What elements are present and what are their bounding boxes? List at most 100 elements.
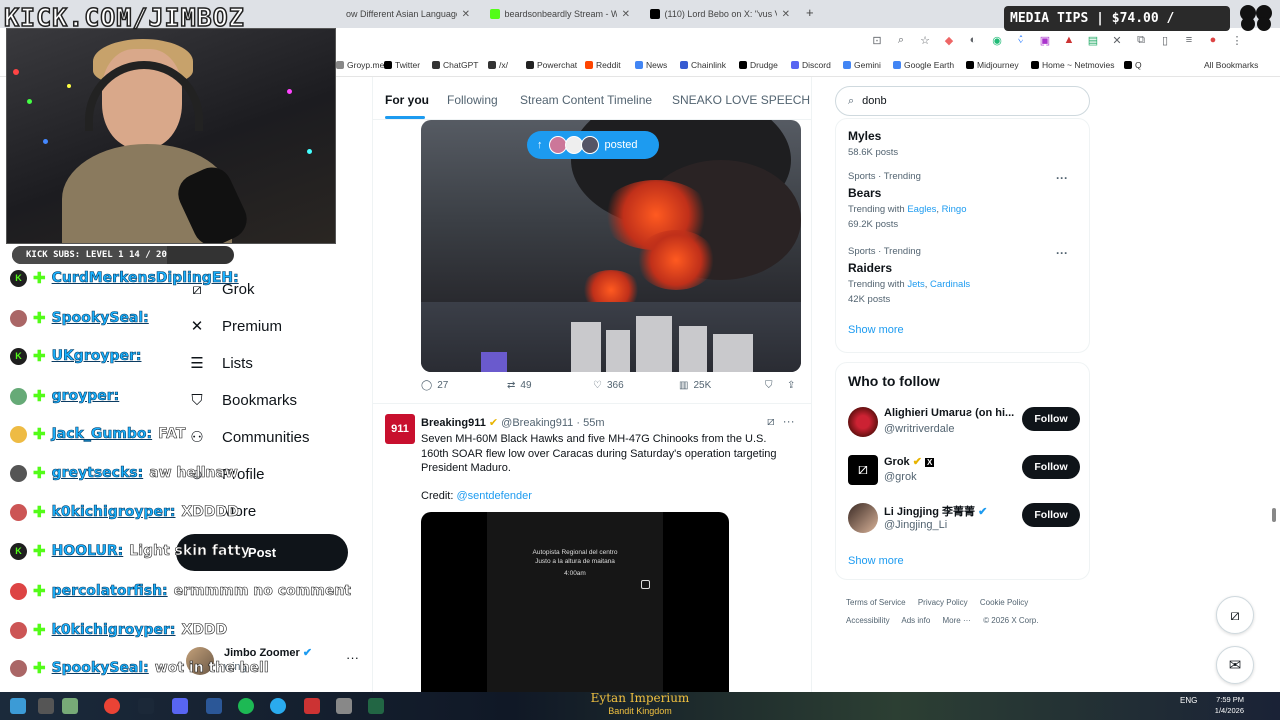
chat-username[interactable]: CurdMerkensDiplingEH: <box>51 270 239 287</box>
follow-suggestion[interactable]: Li Jingjing 李菁菁 ✔ @Jingjing_Li Follow <box>848 503 1082 539</box>
nav-premium[interactable]: ✕ Premium <box>188 317 282 336</box>
app-icon[interactable] <box>304 698 320 714</box>
browser-tab[interactable]: beardsonbeardly Stream - Watc ✕ <box>484 3 636 25</box>
bookmark-item[interactable]: Reddit <box>585 60 621 70</box>
more-icon[interactable]: ··· <box>783 414 795 429</box>
new-posts-pill[interactable]: ↑ posted <box>527 131 659 159</box>
tab-sneako[interactable]: SNEAKO LOVE SPEECH <box>672 93 810 107</box>
grok-button[interactable]: ⧄ <box>1216 596 1254 634</box>
chat-username[interactable]: Jack_Gumbo: <box>51 426 152 443</box>
footer-link[interactable]: Cookie Policy <box>980 598 1028 607</box>
follow-button[interactable]: Follow <box>1022 455 1080 479</box>
scrollbar[interactable] <box>1272 508 1276 522</box>
trend-item[interactable]: Myles 58.6K posts <box>848 125 1078 158</box>
follow-button[interactable]: Follow <box>1022 503 1080 527</box>
extension-icon[interactable]: ◉ <box>990 34 1004 47</box>
trend-item[interactable]: Sports · Trending Bears Trending with Ea… <box>848 171 1078 230</box>
bookmark-item[interactable]: Midjourney <box>966 60 1019 70</box>
extension-icon[interactable]: ◐ <box>966 34 980 47</box>
post-time[interactable]: · 55m <box>576 417 604 429</box>
more-icon[interactable]: ··· <box>1056 171 1068 185</box>
puzzle-icon[interactable]: ⧉ <box>1134 34 1148 47</box>
chat-username[interactable]: UKgroyper: <box>51 348 142 365</box>
trend-link[interactable]: Eagles <box>907 204 936 215</box>
bookmark-item[interactable]: Powerchat <box>526 60 577 70</box>
chat-username[interactable]: groyper: <box>51 388 119 405</box>
steam-icon[interactable] <box>138 698 154 714</box>
tab-stream-content[interactable]: Stream Content Timeline <box>520 93 652 107</box>
trend-link[interactable]: Jets <box>907 279 924 290</box>
bookmark-item[interactable]: News <box>635 60 667 70</box>
more-icon[interactable]: ··· <box>1056 246 1068 260</box>
nav-lists[interactable]: ☰ Lists <box>188 354 253 373</box>
close-icon[interactable]: ✕ <box>462 9 470 20</box>
reading-list-icon[interactable]: ≡ <box>1182 34 1196 47</box>
zoom-icon[interactable]: ⌕ <box>894 34 908 47</box>
more-icon[interactable]: ··· <box>346 650 359 665</box>
all-bookmarks[interactable]: All Bookmarks <box>1204 60 1258 70</box>
follow-suggestion[interactable]: ⧄ Grok ✔ X @grok Follow <box>848 455 1082 491</box>
extension-icon[interactable]: ▤ <box>1086 34 1100 47</box>
x-logo-icon[interactable]: ✕ <box>1110 34 1124 47</box>
star-icon[interactable]: ☆ <box>918 34 932 47</box>
footer-link[interactable]: More ··· <box>943 616 971 625</box>
author-handle[interactable]: @Breaking911 <box>501 417 573 429</box>
trend-item[interactable]: Sports · Trending Raiders Trending with … <box>848 246 1078 305</box>
follow-button[interactable]: Follow <box>1022 407 1080 431</box>
new-tab-button[interactable]: + <box>806 5 814 20</box>
bookmark-item[interactable]: Twitter <box>384 60 420 70</box>
chat-username[interactable]: HOOLUR: <box>51 543 123 560</box>
task-view-icon[interactable] <box>62 698 78 714</box>
follow-suggestion[interactable]: Alighieri Umaruƨ (on hi... @writriverdal… <box>848 407 1082 443</box>
bookmark-item[interactable]: Google Earth <box>893 60 954 70</box>
tab-for-you[interactable]: For you <box>385 93 429 107</box>
trend-link[interactable]: Ringo <box>942 204 967 215</box>
bookmark-item[interactable]: Chainlink <box>680 60 726 70</box>
like-button[interactable]: ♡ 366 <box>593 380 624 391</box>
bookmark-item[interactable]: Gemini <box>843 60 881 70</box>
bookmark-item[interactable]: Home ~ Netmovies <box>1031 60 1115 70</box>
app-icon[interactable] <box>368 698 384 714</box>
chat-username[interactable]: k0kichigroyper: <box>51 504 176 521</box>
trend-link[interactable]: Cardinals <box>930 279 970 290</box>
spotify-icon[interactable] <box>238 698 254 714</box>
footer-link[interactable]: Ads info <box>901 616 930 625</box>
discord-icon[interactable] <box>172 698 188 714</box>
chrome-icon[interactable] <box>104 698 120 714</box>
reply-button[interactable]: ◯ 27 <box>421 380 448 391</box>
profile-icon[interactable]: ● <box>1206 34 1220 47</box>
grok-icon[interactable]: ⧄ <box>767 414 775 429</box>
bookmark-item[interactable]: Groyp.me <box>336 60 384 70</box>
footer-link[interactable]: Terms of Service <box>846 598 906 607</box>
language-indicator[interactable]: ENG <box>1180 696 1197 705</box>
nav-communities[interactable]: ⚇ Communities <box>188 428 309 447</box>
views-button[interactable]: ▥ 25K <box>679 380 711 391</box>
browser-tab[interactable]: (110) Lord Bebo on X: "vus VE ✕ <box>644 3 796 25</box>
bookmark-item[interactable]: Drudge <box>739 60 778 70</box>
install-icon[interactable]: ⊡ <box>870 34 884 47</box>
credit-link[interactable]: @sentdefender <box>456 490 531 502</box>
search-input[interactable]: ⌕ donb <box>835 86 1090 116</box>
avatar[interactable]: 911 <box>385 414 415 444</box>
bookmark-item[interactable]: Discord <box>791 60 831 70</box>
app-icon[interactable] <box>336 698 352 714</box>
clock[interactable]: 7:59 PM 1/4/2026 <box>1208 694 1244 716</box>
repost-button[interactable]: ⇄ 49 <box>507 380 532 391</box>
show-more-link[interactable]: Show more <box>848 555 904 567</box>
close-icon[interactable]: ✕ <box>622 9 630 20</box>
nav-bookmarks[interactable]: ⛉ Bookmarks <box>188 391 297 409</box>
show-more-link[interactable]: Show more <box>848 324 904 336</box>
windows-start-icon[interactable] <box>10 698 26 714</box>
author-name[interactable]: Breaking911 <box>421 417 486 429</box>
messages-button[interactable]: ✉ <box>1216 646 1254 684</box>
chat-username[interactable]: percolatorfish: <box>51 583 168 600</box>
post[interactable]: 911 Breaking911 ✔ @Breaking911 · 55m ⧄ ·… <box>373 403 811 692</box>
footer-link[interactable]: Privacy Policy <box>918 598 968 607</box>
extension-icon[interactable]: ◆ <box>942 34 956 47</box>
post-video[interactable]: Autopista Regional del centro Justo a la… <box>421 512 729 692</box>
footer-link[interactable]: Accessibility <box>846 616 890 625</box>
chat-username[interactable]: SpookySeal: <box>51 310 149 327</box>
telegram-icon[interactable] <box>270 698 286 714</box>
sidebar-icon[interactable]: ▯ <box>1158 34 1172 47</box>
menu-icon[interactable]: ⋮ <box>1230 34 1244 47</box>
